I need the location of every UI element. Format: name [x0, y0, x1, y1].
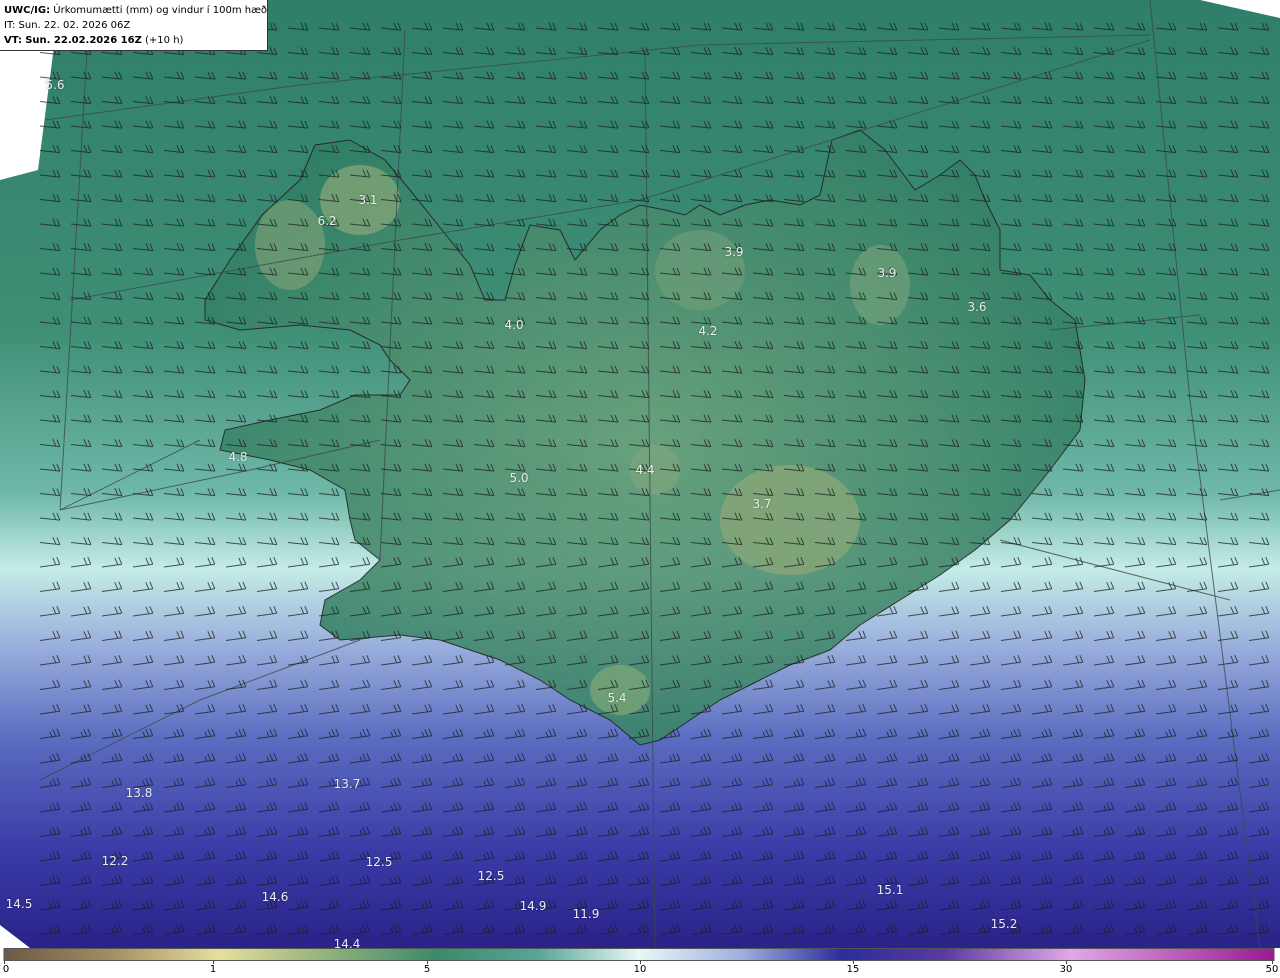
precip-value-label: 4.8: [228, 450, 248, 464]
precip-value-label: 5.4: [607, 691, 627, 705]
precip-value-label: 11.9: [572, 907, 600, 921]
precip-value-label: 6.2: [317, 214, 337, 228]
precip-value-label: 3.7: [752, 497, 772, 511]
precip-value-label: 12.2: [101, 854, 129, 868]
precip-value-label: 14.5: [5, 897, 33, 911]
precip-value-label: 13.7: [333, 777, 361, 791]
precip-value-label: 3.1: [358, 193, 378, 207]
precip-value-label: 4.0: [504, 318, 524, 332]
valid-prefix: VT:: [4, 35, 23, 46]
forecast-map: 5.6 3.1 6.2 3.9 3.9 3.6 4.0 4.2 4.8 4.4 5.0 3.7 5.4 1…: [0, 0, 1280, 948]
map-header: UWC/IG: Úrkomumætti (mm) og vindur í 100…: [0, 0, 268, 51]
precip-value-label: 3.6: [967, 300, 987, 314]
precip-value-label: 3.9: [877, 266, 897, 280]
precip-value-label: 15.2: [990, 917, 1018, 931]
colorbar: 0 1 5 10 15 30 50: [0, 948, 1280, 978]
issue-time: IT: Sun. 22. 02. 2026 06Z: [4, 20, 131, 31]
colorbar-tick-label: 1: [209, 964, 217, 975]
precip-value-label: 14.9: [519, 899, 547, 913]
model-name: UWC/IG:: [4, 5, 51, 16]
colorbar-tick-label: 0: [2, 964, 10, 975]
precip-value-label: 12.5: [477, 869, 505, 883]
precip-value-label: 4.4: [635, 463, 655, 477]
colorbar-tick-label: 30: [1059, 964, 1073, 975]
precip-value-label: 4.2: [698, 324, 718, 338]
precip-value-label: 5.0: [509, 471, 529, 485]
precip-value-label: 14.6: [261, 890, 289, 904]
precip-value-label: 14.4: [333, 937, 361, 948]
colorbar-tick-label: 15: [846, 964, 860, 975]
colorbar-strip: [3, 948, 1275, 961]
colorbar-tick-label: 10: [633, 964, 647, 975]
colorbar-tick-label: 5: [423, 964, 431, 975]
precip-value-label: 3.9: [724, 245, 744, 259]
lead-time: (+10 h): [145, 35, 184, 46]
precip-value-label: 15.1: [876, 883, 904, 897]
colorbar-tick-label: 50: [1265, 964, 1279, 975]
precip-value-label: 13.8: [125, 786, 153, 800]
precip-value-label: 12.5: [365, 855, 393, 869]
precip-value-label: 5.6: [45, 78, 65, 92]
map-title: Úrkomumætti (mm) og vindur í 100m hæð: [53, 5, 268, 16]
valid-time: Sun. 22.02.2026 16Z: [25, 35, 142, 46]
